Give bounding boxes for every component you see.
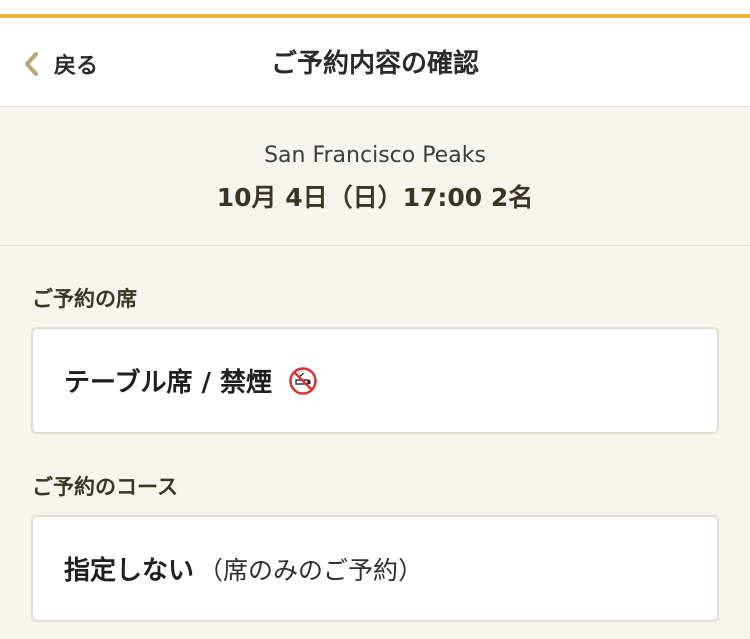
course-value-note: （席のみのご予約） [198, 555, 424, 585]
seat-value: テーブル席 / 禁煙 [64, 368, 273, 398]
header-bar: 戻る ご予約内容の確認 [0, 18, 750, 107]
reservation-summary: San Francisco Peaks 10月 4日（日）17:00 2名 [0, 107, 750, 246]
restaurant-name: San Francisco Peaks [264, 143, 486, 168]
no-smoking-icon [289, 366, 317, 395]
page-title: ご予約内容の確認 [270, 49, 479, 79]
seat-card: テーブル席 / 禁煙 [31, 327, 719, 434]
reservation-datetime: 10月 4日（日）17:00 2名 [216, 183, 534, 212]
seat-section-label: ご予約の席 [32, 287, 137, 311]
course-section-label: ご予約のコース [32, 475, 178, 499]
top-accent-bar [0, 0, 750, 18]
course-value: 指定しない [64, 556, 195, 586]
course-card: 指定しない （席のみのご予約） [31, 515, 719, 622]
